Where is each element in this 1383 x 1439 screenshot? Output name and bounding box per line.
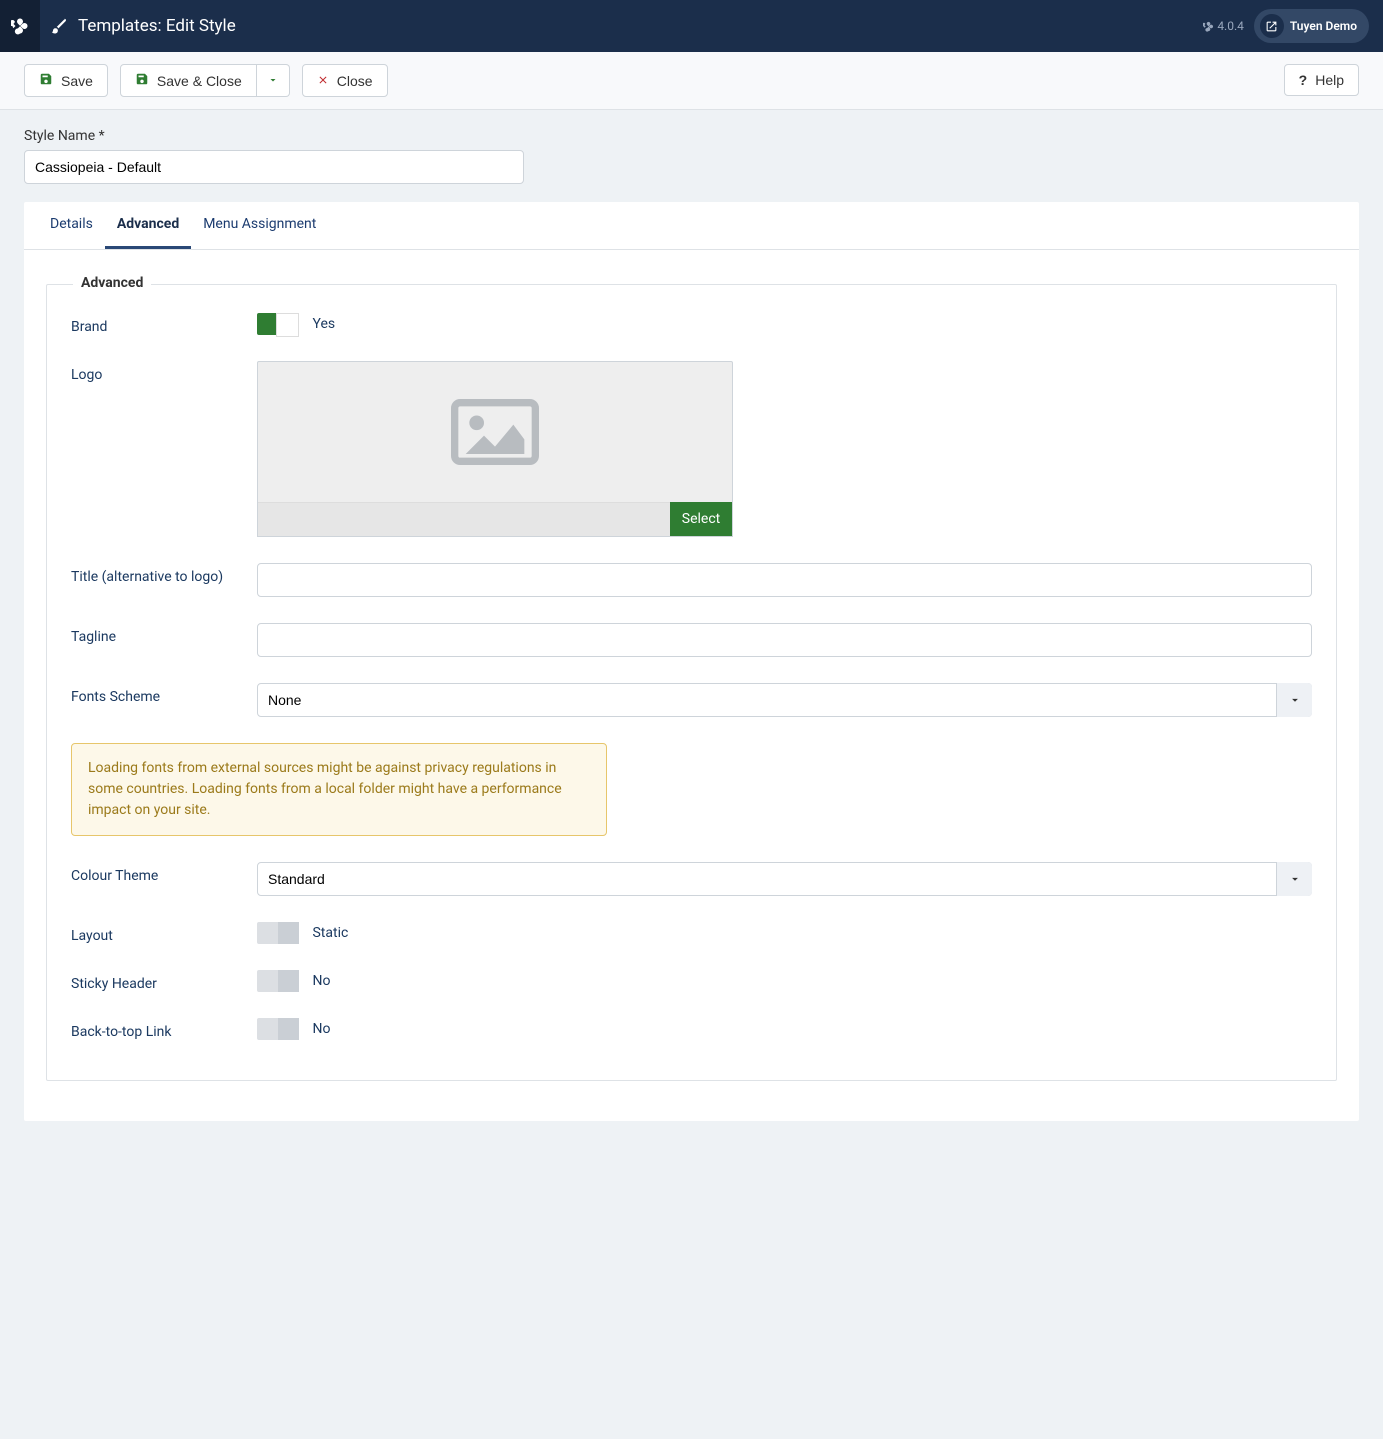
logo-preview — [258, 362, 732, 502]
back-to-top-row: Back-to-top Link No — [71, 1018, 1312, 1040]
brand-row: Brand Yes — [71, 313, 1312, 335]
tab-details[interactable]: Details — [38, 202, 105, 249]
joomla-icon — [11, 17, 29, 35]
brand-value: Yes — [312, 316, 335, 332]
joomla-logo[interactable] — [0, 0, 40, 52]
sticky-header-toggle[interactable] — [257, 970, 299, 992]
close-button[interactable]: Close — [302, 64, 388, 97]
layout-row: Layout Static — [71, 922, 1312, 944]
sticky-header-label: Sticky Header — [71, 970, 257, 992]
back-to-top-toggle[interactable] — [257, 1018, 299, 1040]
top-bar-left: Templates: Edit Style — [0, 0, 236, 52]
title-alt-label: Title (alternative to logo) — [71, 563, 257, 585]
back-to-top-label: Back-to-top Link — [71, 1018, 257, 1040]
brand-toggle[interactable] — [257, 313, 299, 335]
fieldset-wrap: Advanced Brand Yes Logo — [24, 250, 1359, 1121]
advanced-fieldset: Advanced Brand Yes Logo — [46, 284, 1337, 1081]
title-alt-input[interactable] — [257, 563, 1312, 597]
toolbar: Save Save & Close Close ? Hel — [0, 52, 1383, 110]
colour-theme-value — [257, 862, 1312, 896]
save-icon — [39, 72, 53, 89]
fonts-scheme-select[interactable] — [257, 683, 1312, 717]
colour-theme-select[interactable] — [257, 862, 1312, 896]
fieldset-legend: Advanced — [73, 275, 151, 291]
tabs: Details Advanced Menu Assignment — [24, 202, 1359, 250]
save-dropdown-button[interactable] — [257, 64, 290, 97]
colour-theme-label: Colour Theme — [71, 862, 257, 884]
save-close-button[interactable]: Save & Close — [120, 64, 257, 97]
title-area: Templates: Edit Style — [40, 16, 236, 36]
close-icon — [317, 73, 329, 89]
style-name-input[interactable] — [24, 150, 524, 184]
layout-value: Static — [312, 925, 348, 941]
logo-footer: Select — [258, 502, 732, 536]
title-alt-row: Title (alternative to logo) — [71, 563, 1312, 597]
fonts-scheme-label: Fonts Scheme — [71, 683, 257, 705]
external-link-icon — [1260, 14, 1284, 38]
joomla-small-icon — [1203, 21, 1214, 32]
save-close-group: Save & Close — [120, 64, 290, 97]
image-placeholder-icon — [451, 399, 539, 465]
help-icon: ? — [1299, 72, 1308, 88]
tagline-row: Tagline — [71, 623, 1312, 657]
brand-label: Brand — [71, 313, 257, 335]
chevron-down-icon — [267, 73, 279, 89]
tagline-label: Tagline — [71, 623, 257, 645]
save-button[interactable]: Save — [24, 64, 108, 97]
colour-theme-row: Colour Theme — [71, 862, 1312, 896]
page-title: Templates: Edit Style — [78, 16, 236, 36]
sticky-header-value: No — [312, 973, 330, 989]
fonts-scheme-row: Fonts Scheme — [71, 683, 1312, 717]
style-name-label: Style Name * — [24, 128, 1359, 144]
brush-icon — [50, 17, 68, 35]
style-name-area: Style Name * — [0, 110, 1383, 184]
chevron-down-icon — [1276, 683, 1312, 717]
top-bar: Templates: Edit Style 4.0.4 Tuyen Demo — [0, 0, 1383, 52]
user-menu[interactable]: Tuyen Demo — [1254, 9, 1369, 43]
logo-path-input[interactable] — [258, 502, 670, 536]
logo-label: Logo — [71, 361, 257, 383]
fonts-scheme-value — [257, 683, 1312, 717]
user-name: Tuyen Demo — [1290, 19, 1357, 33]
main-panel: Details Advanced Menu Assignment Advance… — [24, 202, 1359, 1121]
layout-toggle[interactable] — [257, 922, 299, 944]
help-button[interactable]: ? Help — [1284, 64, 1359, 96]
save-icon — [135, 72, 149, 89]
toolbar-left: Save Save & Close Close — [24, 64, 388, 97]
layout-label: Layout — [71, 922, 257, 944]
fonts-alert-row: Loading fonts from external sources migh… — [71, 743, 1312, 836]
back-to-top-value: No — [312, 1021, 330, 1037]
logo-row: Logo Select — [71, 361, 1312, 537]
version-tag: 4.0.4 — [1203, 19, 1244, 33]
chevron-down-icon — [1276, 862, 1312, 896]
sticky-header-row: Sticky Header No — [71, 970, 1312, 992]
tab-advanced[interactable]: Advanced — [105, 202, 191, 249]
fonts-warning-alert: Loading fonts from external sources migh… — [71, 743, 607, 836]
tagline-input[interactable] — [257, 623, 1312, 657]
tab-menu-assignment[interactable]: Menu Assignment — [191, 202, 328, 249]
logo-select-button[interactable]: Select — [670, 502, 732, 536]
top-bar-right: 4.0.4 Tuyen Demo — [1203, 9, 1369, 43]
logo-box: Select — [257, 361, 733, 537]
toolbar-right: ? Help — [1284, 64, 1359, 97]
